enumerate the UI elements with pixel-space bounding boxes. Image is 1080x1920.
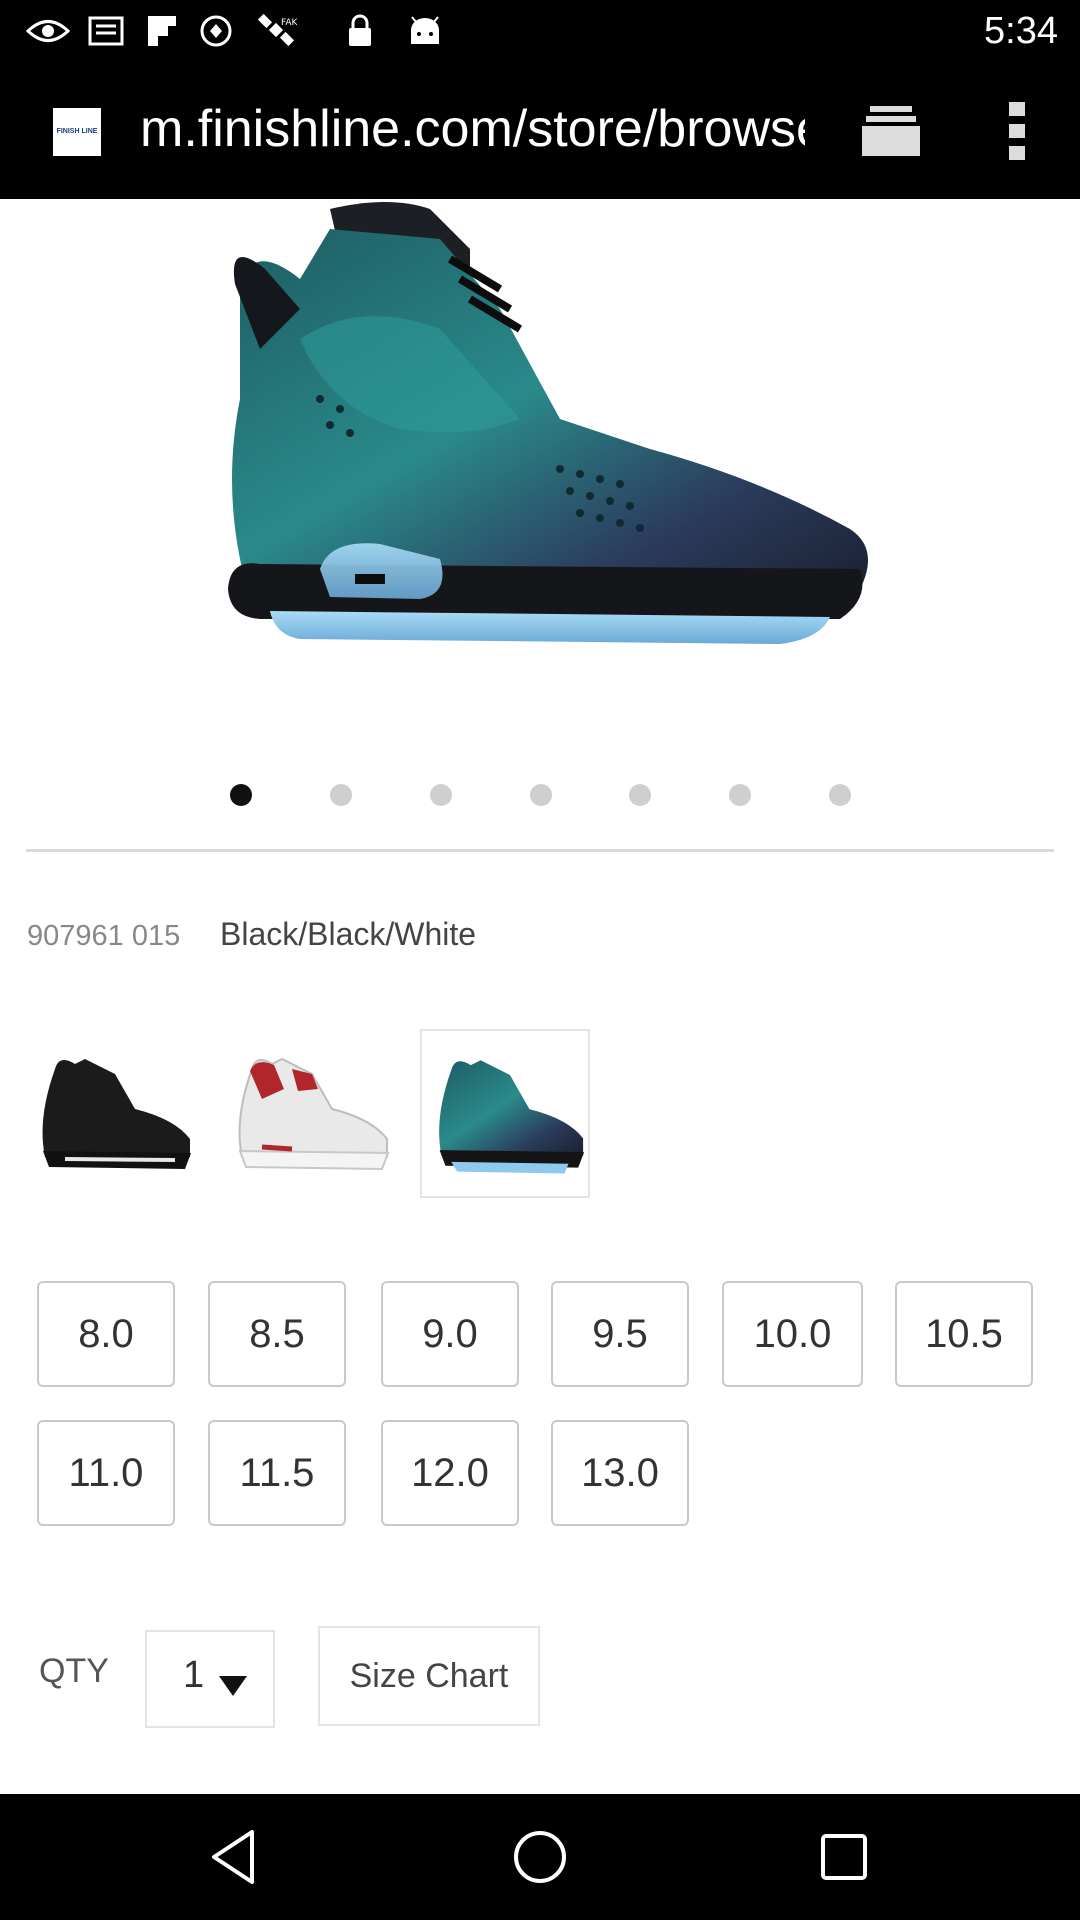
qty-dropdown[interactable]: 1	[145, 1630, 275, 1728]
qty-label: QTY	[39, 1652, 109, 1690]
color-swatch-white-red[interactable]	[222, 1029, 392, 1198]
size-button[interactable]: 11.5	[208, 1420, 346, 1526]
url-field[interactable]: m.finishline.com/store/browse	[140, 94, 805, 164]
size-button[interactable]: 9.5	[551, 1281, 689, 1387]
carousel-dot[interactable]	[330, 784, 352, 806]
svg-text:FAKE: FAKE	[281, 18, 297, 28]
product-colorway: Black/Black/White	[220, 916, 477, 952]
carousel-dot[interactable]	[530, 784, 552, 806]
clock: 5:34	[984, 10, 1058, 52]
teal-sneaker-thumbnail	[439, 1060, 585, 1174]
size-button[interactable]: 12.0	[381, 1420, 519, 1526]
size-chart-button[interactable]: Size Chart	[318, 1626, 540, 1726]
favicon-text: FINISH LINE	[56, 128, 98, 135]
eye-icon	[26, 12, 70, 50]
size-button[interactable]: 9.0	[381, 1281, 519, 1387]
black-sneaker-thumbnail	[42, 1059, 191, 1169]
carousel-dot[interactable]	[230, 784, 252, 806]
browser-toolbar: FINISH LINE m.finishline.com/store/brows…	[0, 62, 1080, 199]
back-icon[interactable]	[204, 1824, 270, 1890]
carousel-dot[interactable]	[729, 784, 751, 806]
site-favicon: FINISH LINE	[53, 108, 101, 156]
product-sku: 907961 015	[27, 920, 181, 952]
divider	[26, 849, 1054, 852]
inbox-icon	[86, 12, 126, 50]
product-image-carousel[interactable]	[0, 199, 1080, 759]
tabs-icon[interactable]	[858, 102, 924, 160]
status-bar: FAKE 5:34	[0, 0, 1080, 62]
product-image	[228, 202, 868, 644]
circle-icon	[196, 12, 236, 50]
overflow-menu-icon[interactable]	[1000, 100, 1034, 162]
color-swatch-teal[interactable]	[420, 1029, 590, 1198]
size-button[interactable]: 11.0	[37, 1420, 175, 1526]
size-button[interactable]: 10.5	[895, 1281, 1033, 1387]
carousel-dot[interactable]	[430, 784, 452, 806]
chevron-down-icon	[219, 1676, 247, 1696]
android-icon	[405, 12, 445, 50]
recents-icon[interactable]	[811, 1824, 877, 1890]
lock-icon	[342, 12, 378, 50]
white-red-sneaker-thumbnail	[238, 1057, 390, 1171]
qty-value: 1	[183, 1654, 205, 1696]
satellite-icon: FAKE	[252, 12, 300, 50]
carousel-dot[interactable]	[829, 784, 851, 806]
size-button[interactable]: 8.5	[208, 1281, 346, 1387]
carousel-indicators	[0, 784, 1080, 806]
size-button[interactable]: 10.0	[722, 1281, 863, 1387]
home-icon[interactable]	[507, 1824, 573, 1890]
flipboard-icon	[142, 12, 182, 50]
color-swatch-black[interactable]	[25, 1029, 195, 1198]
size-button[interactable]: 13.0	[551, 1420, 689, 1526]
carousel-dot[interactable]	[629, 784, 651, 806]
size-button[interactable]: 8.0	[37, 1281, 175, 1387]
system-nav-bar	[0, 1794, 1080, 1920]
